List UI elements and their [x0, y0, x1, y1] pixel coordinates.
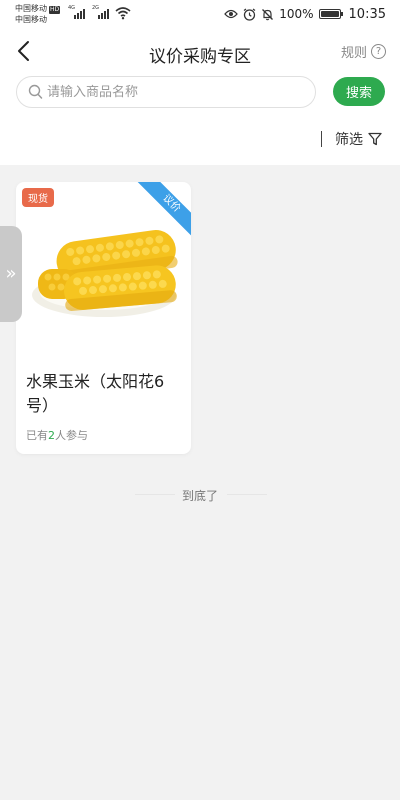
search-input[interactable]: [47, 82, 302, 102]
battery-fill: [320, 11, 339, 17]
product-card[interactable]: 现货 议价 水果玉米（太阳花6号） 已有2人参与: [16, 182, 191, 454]
side-expand-tab[interactable]: »: [0, 226, 22, 322]
eye-icon: [224, 9, 239, 19]
filter-divider: [321, 131, 322, 147]
spot-stock-tag: 现货: [22, 188, 54, 207]
wifi-icon: [115, 7, 131, 20]
search-button[interactable]: 搜索: [333, 77, 385, 106]
status-time: 10:35: [348, 6, 386, 22]
mute-bell-icon: [262, 8, 274, 20]
alarm-icon: [243, 8, 256, 21]
header: 议价采购专区 规则 ?: [0, 30, 400, 74]
status-bar: 中国移动 HD 中国移动 4G 2G 100% 10:35: [0, 0, 400, 30]
participants-count: 已有2人参与: [26, 429, 88, 442]
rules-label: 规则: [340, 46, 367, 61]
carrier-1: 中国移动 HD: [15, 4, 61, 14]
search-box[interactable]: [16, 76, 316, 108]
hd-badge: HD: [49, 6, 61, 14]
filter-label: 筛选: [335, 132, 363, 148]
filter-button[interactable]: 筛选: [335, 129, 382, 149]
battery-percent: 100%: [279, 7, 314, 21]
status-right: 100% 10:35: [224, 6, 386, 22]
signal-icon: 4G: [68, 5, 86, 19]
end-of-list-text: 到底了: [181, 489, 218, 503]
filter-icon: [368, 132, 382, 146]
rules-link[interactable]: 规则 ?: [341, 42, 386, 61]
help-icon: ?: [371, 44, 386, 59]
double-chevron-right-icon: »: [5, 263, 17, 284]
signal-icon: 2G: [92, 5, 110, 19]
corn-image: [32, 230, 178, 317]
carrier-2: 中国移动: [15, 15, 47, 24]
participant-number: 2: [48, 429, 55, 442]
battery-icon: [318, 9, 343, 19]
search-icon: [28, 84, 43, 99]
product-name: 水果玉米（太阳花6号）: [26, 372, 165, 415]
